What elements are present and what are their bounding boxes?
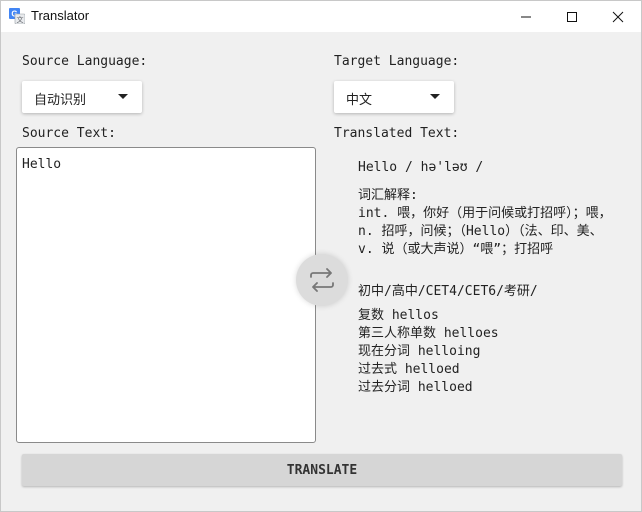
source-language-select[interactable]: 自动识别 bbox=[22, 81, 142, 113]
chevron-down-icon bbox=[118, 94, 128, 99]
chevron-down-icon bbox=[430, 94, 440, 99]
word-form: 过去式 helloed bbox=[358, 362, 460, 377]
translated-text-label: Translated Text: bbox=[334, 126, 460, 141]
exam-levels: 初中/高中/CET4/CET6/考研/ bbox=[358, 284, 538, 299]
svg-text:文: 文 bbox=[17, 15, 24, 24]
gloss-line: int. 喂，你好（用于问候或打招呼）；喂， bbox=[358, 206, 612, 221]
word-form: 过去分词 helloed bbox=[358, 380, 473, 395]
gloss-line: v. 说（或大声说）“喂”；打招呼 bbox=[358, 242, 554, 257]
close-icon bbox=[612, 11, 624, 22]
target-language-select[interactable]: 中文 bbox=[334, 81, 454, 113]
phonetic: Hello / hə'ləʊ / bbox=[358, 160, 484, 175]
source-text-label: Source Text: bbox=[22, 126, 116, 141]
translate-app-icon: G 文 bbox=[9, 8, 25, 24]
word-form: 复数 hellos bbox=[358, 308, 439, 323]
target-language-label: Target Language: bbox=[334, 54, 460, 69]
maximize-button[interactable] bbox=[549, 1, 595, 32]
minimize-button[interactable] bbox=[503, 1, 549, 32]
minimize-icon bbox=[521, 16, 531, 17]
translated-text-output: Hello / hə'ləʊ / 词汇解释: int. 喂，你好（用于问候或打招… bbox=[358, 159, 640, 397]
translate-button[interactable]: TRANSLATE bbox=[22, 454, 622, 486]
source-text-input[interactable]: Hello bbox=[16, 147, 316, 443]
gloss-heading: 词汇解释: bbox=[358, 188, 418, 203]
swap-languages-button[interactable] bbox=[296, 254, 348, 306]
word-form: 第三人称单数 helloes bbox=[358, 326, 499, 341]
swap-arrows-icon bbox=[310, 268, 334, 292]
source-language-label: Source Language: bbox=[22, 54, 148, 69]
target-language-value: 中文 bbox=[346, 93, 373, 108]
source-text-value: Hello bbox=[22, 157, 62, 172]
gloss-line: n. 招呼，问候；（Hello）（法、印、美、 bbox=[358, 224, 603, 239]
word-form: 现在分词 helloing bbox=[358, 344, 481, 359]
close-button[interactable] bbox=[595, 1, 641, 32]
title-bar: G 文 Translator bbox=[1, 1, 641, 32]
window-title: Translator bbox=[31, 8, 90, 23]
maximize-icon bbox=[567, 11, 577, 22]
translator-window: G 文 Translator Source Language: Target L… bbox=[0, 0, 642, 512]
source-language-value: 自动识别 bbox=[34, 93, 87, 108]
